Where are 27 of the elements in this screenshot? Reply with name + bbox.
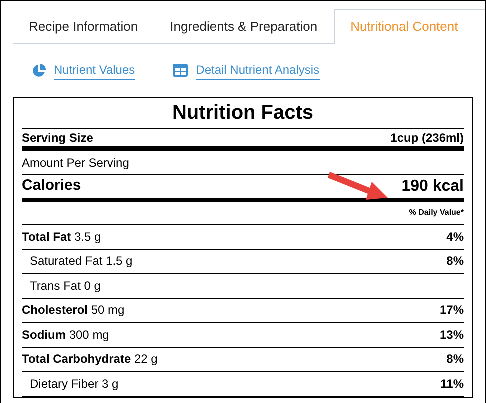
daily-value: 11%	[440, 376, 464, 393]
tab-link[interactable]: Detail Nutrient Analysis	[196, 61, 320, 80]
nutrient-label: Cholesterol 50 mg	[22, 302, 125, 320]
tab[interactable]: Nutritional Content	[334, 9, 485, 44]
daily-value: 8%	[446, 253, 464, 270]
nutrient-label: Total Carbohydrate 22 g	[22, 351, 158, 368]
daily-value: 4%	[446, 228, 464, 246]
daily-value-heading: % Daily Value*	[409, 207, 464, 219]
nutrient-label: Dietary Fiber 3 g	[30, 376, 119, 393]
nutrient-label: Trans Fat 0 g	[30, 278, 101, 295]
amount-label: Amount Per Serving	[22, 154, 130, 172]
calories-value: 190 kcal	[402, 176, 464, 196]
label-title: Nutrition Facts	[22, 98, 464, 129]
serving-size-value: 1cup (236ml)	[390, 130, 464, 146]
serving-size-label: Serving Size	[22, 130, 94, 146]
nutrient-label: Saturated Fat 1.5 g	[30, 253, 133, 270]
table-icon	[173, 64, 188, 77]
tab[interactable]: Recipe Information	[13, 10, 154, 44]
nutrient-label: Sodium 300 mg	[22, 326, 110, 344]
daily-value: 17%	[440, 302, 464, 320]
calories-label: Calories	[22, 176, 82, 196]
tab[interactable]: Ingredients & Preparation	[154, 10, 334, 44]
nutrient-label: Total Fat 3.5 g	[22, 228, 102, 246]
daily-value: 8%	[446, 351, 464, 368]
daily-value: 13%	[440, 326, 464, 344]
tab-link[interactable]: Nutrient Values	[54, 61, 136, 80]
pie-chart-icon	[32, 64, 46, 78]
